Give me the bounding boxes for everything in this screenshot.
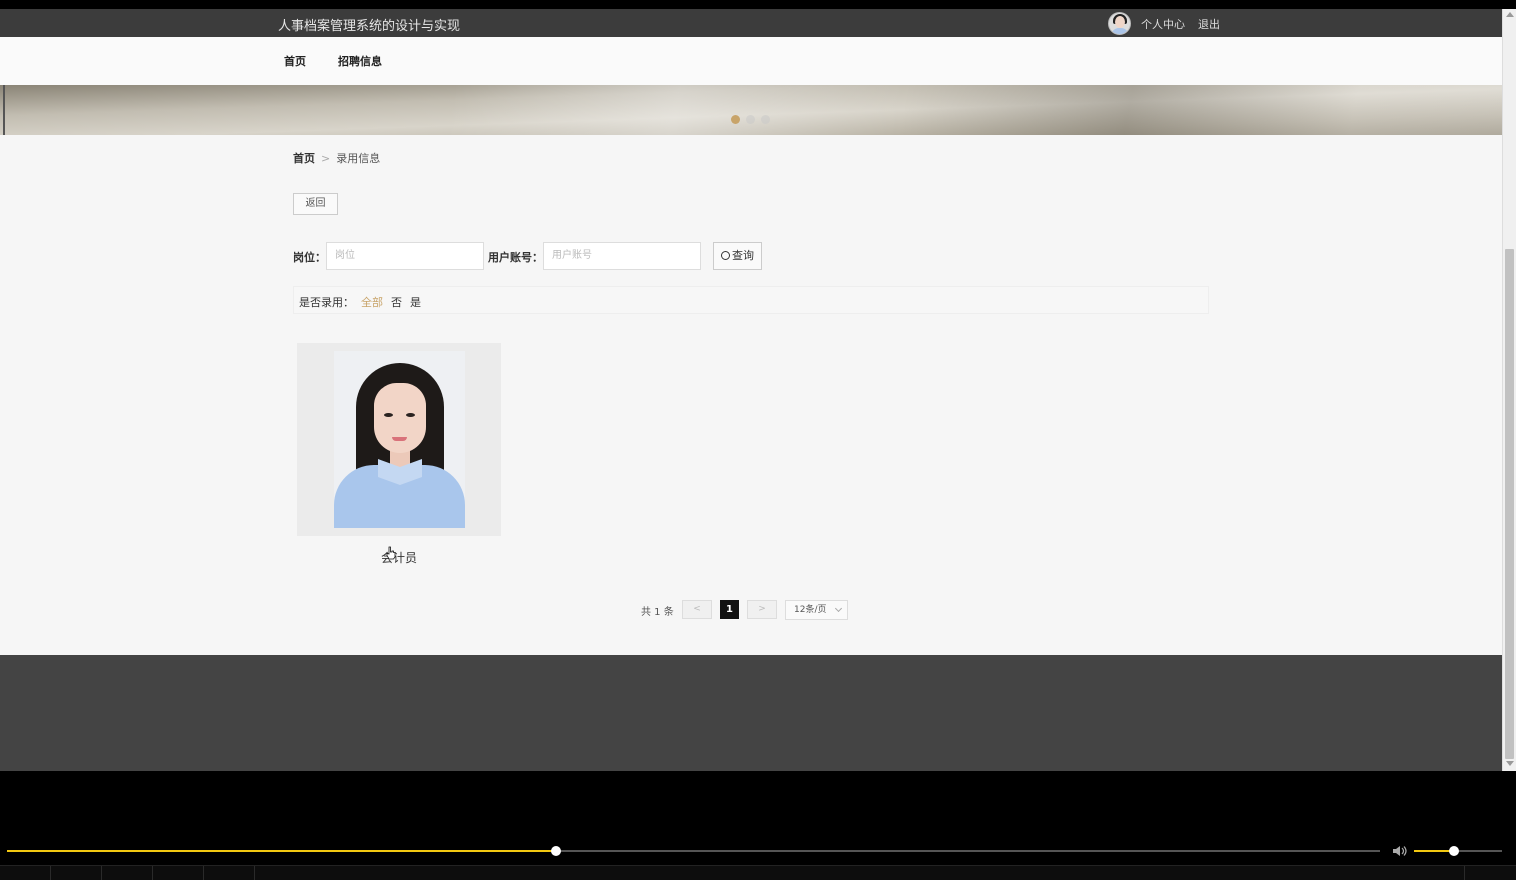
site-title: 人事档案管理系统的设计与实现 [278, 19, 461, 34]
player-divider [254, 866, 255, 880]
position-label: 岗位： [293, 251, 326, 264]
avatar-body [1111, 28, 1129, 34]
scrollbar-thumb[interactable] [1505, 249, 1514, 759]
hand-cursor-icon [386, 546, 396, 560]
logout-link[interactable]: 退出 [1198, 16, 1220, 32]
progress-knob[interactable] [551, 846, 562, 856]
player-divider [101, 866, 102, 880]
page-scrollbar[interactable] [1502, 9, 1516, 771]
page-size-value: 12条/页 [794, 605, 827, 615]
progress-fill [7, 850, 557, 852]
scroll-down-icon[interactable] [1506, 761, 1514, 766]
photo-eye-left [384, 413, 393, 417]
top-strip [0, 0, 1516, 9]
employee-card[interactable] [297, 343, 501, 536]
carousel-dot-1[interactable] [731, 115, 740, 124]
video-player-controls [0, 771, 1516, 880]
pagination-page-1[interactable]: 1 [720, 600, 739, 619]
page-size-select[interactable]: 12条/页 [785, 600, 848, 620]
banner-image [0, 85, 1502, 135]
query-button[interactable]: 查询 [713, 242, 762, 270]
banner-carousel [0, 85, 1502, 135]
pagination-total: 共 1 条 [641, 607, 674, 618]
site-header: 人事档案管理系统的设计与实现 个人中心 退出 [0, 9, 1502, 37]
volume-knob[interactable] [1448, 846, 1459, 856]
query-button-label: 查询 [732, 249, 754, 262]
player-divider [1464, 866, 1465, 880]
breadcrumb-home[interactable]: 首页 [293, 152, 315, 165]
site-footer [0, 655, 1502, 771]
carousel-dot-3[interactable] [761, 115, 770, 124]
scroll-up-icon[interactable] [1506, 12, 1514, 17]
account-label: 用户账号： [488, 251, 543, 264]
volume-fill [1414, 850, 1454, 852]
avatar-face [1115, 16, 1125, 28]
employee-card-name[interactable]: 会计员 [297, 549, 501, 566]
breadcrumb-current: 录用信息 [336, 152, 381, 165]
player-divider [152, 866, 153, 880]
volume-icon[interactable] [1392, 845, 1408, 857]
search-icon [721, 251, 730, 260]
carousel-dot-2[interactable] [746, 115, 755, 124]
filter-option-all[interactable]: 全部 [361, 294, 383, 310]
filter-option-yes[interactable]: 是 [410, 294, 421, 310]
employee-photo[interactable] [334, 351, 465, 528]
chevron-down-icon [834, 604, 843, 613]
pagination-next-button[interactable]: > [747, 600, 777, 619]
filter-bar: 是否录用： 全部 否 是 [293, 286, 1209, 314]
player-divider [50, 866, 51, 880]
browser-viewport: 人事档案管理系统的设计与实现 个人中心 退出 首页 招聘信息 首页 > 录用信息 返… [0, 0, 1516, 771]
account-input[interactable]: 用户账号 [543, 242, 701, 270]
nav-item-recruitment[interactable]: 招聘信息 [338, 53, 382, 69]
banner-edge [3, 85, 5, 135]
position-input[interactable]: 岗位 [326, 242, 484, 270]
back-button[interactable]: 返回 [293, 193, 338, 215]
photo-eye-right [406, 413, 415, 417]
pagination-prev-button[interactable]: < [682, 600, 712, 619]
player-bottom-bar [0, 865, 1516, 880]
filter-option-no[interactable]: 否 [391, 294, 402, 310]
main-nav: 首页 招聘信息 [0, 37, 1502, 85]
photo-face [374, 383, 426, 453]
breadcrumb: 首页 > 录用信息 [293, 150, 380, 166]
personal-center-link[interactable]: 个人中心 [1141, 16, 1185, 32]
user-avatar[interactable] [1108, 12, 1131, 35]
breadcrumb-separator: > [321, 152, 331, 165]
player-divider [203, 866, 204, 880]
photo-mouth [392, 437, 407, 441]
filter-label: 是否录用： [299, 296, 354, 309]
nav-item-home[interactable]: 首页 [284, 53, 306, 69]
progress-track[interactable] [7, 850, 1380, 852]
